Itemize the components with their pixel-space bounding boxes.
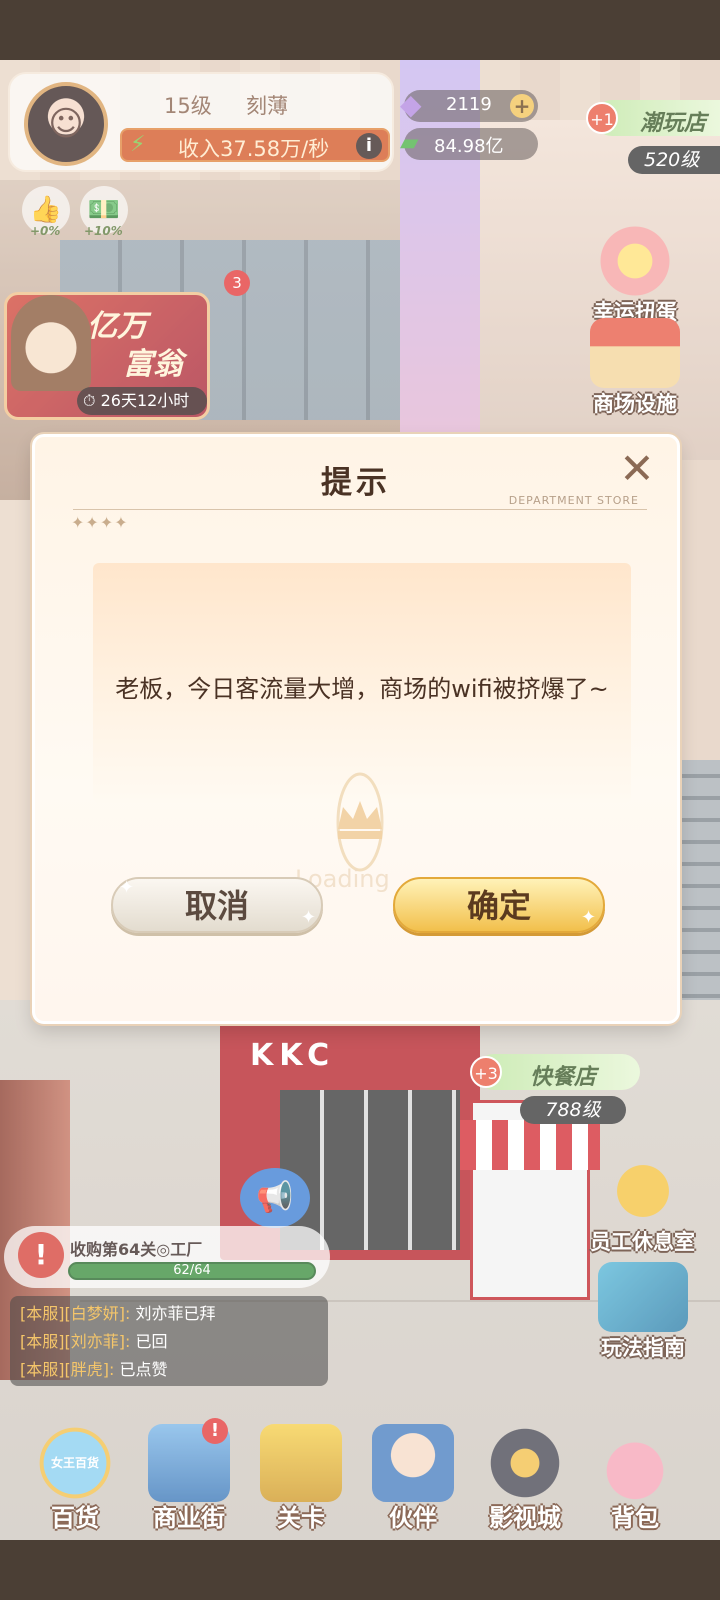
dialog-divider	[73, 509, 647, 510]
bottom-bezel	[0, 1540, 720, 1600]
prompt-dialog: 提示 ✕ DEPARTMENT STORE ✦✦✦✦ 老板，今日客流量大增，商场…	[32, 434, 680, 1024]
confirm-button[interactable]: 确定	[393, 877, 605, 933]
sparkle-icon: ✦	[581, 907, 597, 928]
cancel-button[interactable]: 取消	[111, 877, 323, 933]
crown-icon	[336, 772, 384, 872]
sparkle-icon: ✦	[301, 907, 317, 928]
sparkle-icon: ✦	[119, 877, 135, 898]
top-status-area	[0, 0, 720, 60]
dialog-subtitle: DEPARTMENT STORE	[508, 494, 639, 507]
close-icon[interactable]: ✕	[615, 447, 659, 491]
dialog-message: 老板，今日客流量大增，商场的wifi被挤爆了~	[115, 675, 609, 703]
star-decoration: ✦✦✦✦	[71, 513, 129, 532]
